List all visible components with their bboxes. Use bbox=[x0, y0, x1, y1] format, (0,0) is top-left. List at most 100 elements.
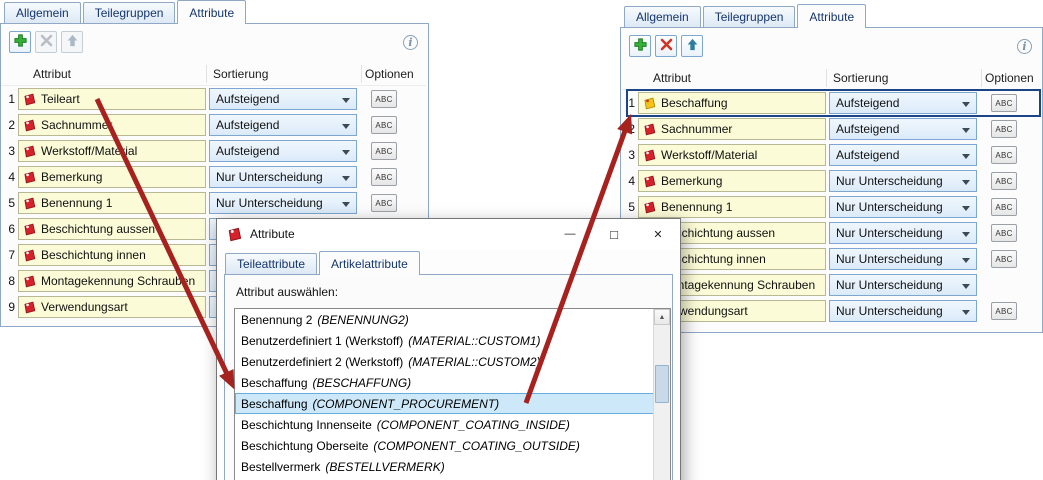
scrollbar-thumb[interactable] bbox=[655, 365, 669, 403]
abc-options-button[interactable]: ABC bbox=[991, 94, 1017, 112]
sortierung-dropdown[interactable]: Aufsteigend bbox=[829, 144, 977, 166]
attribute-tag-icon bbox=[643, 97, 656, 110]
list-item[interactable]: Beschaffung (BESCHAFFUNG) bbox=[235, 372, 670, 393]
vertical-scrollbar[interactable]: ▲ bbox=[653, 309, 670, 480]
sortierung-dropdown[interactable]: Aufsteigend bbox=[209, 88, 357, 110]
attribute-cell[interactable]: Bemerkung bbox=[638, 170, 826, 192]
move-up-button[interactable] bbox=[61, 31, 83, 53]
attribute-cell[interactable]: Beschaffung bbox=[638, 92, 826, 114]
abc-options-button[interactable]: ABC bbox=[991, 146, 1017, 164]
delete-attribute-button[interactable] bbox=[35, 31, 57, 53]
sortierung-dropdown[interactable]: Nur Unterscheidung bbox=[829, 170, 977, 192]
sortierung-dropdown[interactable]: Nur Unterscheidung bbox=[209, 192, 357, 214]
list-item[interactable]: Beschaffung (COMPONENT_PROCUREMENT) bbox=[235, 393, 670, 414]
tab-teilegruppen[interactable]: Teilegruppen bbox=[83, 2, 176, 23]
screenshot-canvas: Allgemein Teilegruppen Attribute i Attri… bbox=[0, 0, 1043, 480]
row-number: 1 bbox=[1, 86, 15, 112]
tab-attribute[interactable]: Attribute bbox=[177, 0, 246, 24]
dialog-titlebar[interactable]: Attribute — □ ✕ bbox=[217, 219, 680, 249]
row-number: 3 bbox=[1, 138, 15, 164]
row-number: 1 bbox=[621, 90, 635, 116]
list-item[interactable]: Beschichtung Innenseite (COMPONENT_COATI… bbox=[235, 414, 670, 435]
maximize-button[interactable]: □ bbox=[592, 219, 636, 249]
abc-options-button[interactable]: ABC bbox=[371, 168, 397, 186]
close-button[interactable]: ✕ bbox=[636, 219, 680, 249]
sortierung-dropdown[interactable]: Aufsteigend bbox=[829, 118, 977, 140]
delete-attribute-button[interactable] bbox=[655, 35, 677, 57]
dialog-page: Attribut auswählen: Benennung 2 (BENENNU… bbox=[224, 274, 673, 480]
attribute-cell[interactable]: Montagekennung Schrauben bbox=[18, 270, 206, 292]
sortierung-dropdown[interactable]: Nur Unterscheidung bbox=[829, 222, 977, 244]
list-item[interactable]: Benutzerdefiniert 2 (Werkstoff) (MATERIA… bbox=[235, 351, 670, 372]
sortierung-dropdown[interactable]: Nur Unterscheidung bbox=[829, 274, 977, 296]
minimize-button[interactable]: — bbox=[548, 219, 592, 249]
sortierung-value: Aufsteigend bbox=[216, 144, 279, 158]
tab-attribute[interactable]: Attribute bbox=[797, 4, 866, 28]
attribute-name: Beschichtung innen bbox=[41, 248, 146, 262]
attribute-option-name: Bestellvermerk bbox=[241, 460, 320, 474]
tab-teileattribute[interactable]: Teileattribute bbox=[225, 253, 317, 274]
abc-options-button[interactable]: ABC bbox=[991, 250, 1017, 268]
sortierung-dropdown[interactable]: Nur Unterscheidung bbox=[829, 248, 977, 270]
arrow-up-icon bbox=[66, 34, 79, 50]
tab-teilegruppen[interactable]: Teilegruppen bbox=[703, 6, 796, 27]
list-item[interactable]: Benennung 2 (BENENNUNG2) bbox=[235, 309, 670, 330]
abc-options-button[interactable]: ABC bbox=[991, 172, 1017, 190]
abc-options-button[interactable]: ABC bbox=[991, 302, 1017, 320]
attribute-name: Bemerkung bbox=[661, 174, 722, 188]
abc-options-button[interactable]: ABC bbox=[991, 120, 1017, 138]
row-number: 4 bbox=[621, 168, 635, 194]
sortierung-dropdown[interactable]: Nur Unterscheidung bbox=[829, 300, 977, 322]
attribute-cell[interactable]: Benennung 1 bbox=[18, 192, 206, 214]
arrow-up-icon bbox=[686, 38, 699, 54]
list-item[interactable]: Bestellvermerk (BESTELLVERMERK) bbox=[235, 456, 670, 477]
abc-options-button[interactable]: ABC bbox=[991, 224, 1017, 242]
table-row: 9 Verwendungsart Nur Unterscheidung ABC bbox=[621, 298, 1042, 324]
attribute-cell[interactable]: Teileart bbox=[18, 88, 206, 110]
chevron-down-icon bbox=[962, 154, 970, 159]
table-row: 6 Beschichtung aussen Nur Unterscheidung… bbox=[621, 220, 1042, 246]
left-panel-tabs: Allgemein Teilegruppen Attribute bbox=[4, 0, 248, 24]
attribute-option-code: (MATERIAL::CUSTOM1) bbox=[408, 334, 540, 348]
attribute-option-name: Benennung 2 bbox=[241, 313, 312, 327]
attribute-cell[interactable]: Benennung 1 bbox=[638, 196, 826, 218]
abc-options-button[interactable]: ABC bbox=[991, 198, 1017, 216]
abc-options-button[interactable]: ABC bbox=[371, 116, 397, 134]
move-up-button[interactable] bbox=[681, 35, 703, 57]
abc-options-button[interactable]: ABC bbox=[371, 194, 397, 212]
add-attribute-button[interactable] bbox=[629, 35, 651, 57]
info-icon[interactable]: i bbox=[1017, 39, 1032, 54]
attribute-name: Montagekennung Schrauben bbox=[41, 274, 195, 288]
sortierung-dropdown[interactable]: Aufsteigend bbox=[209, 140, 357, 162]
attribute-cell[interactable]: Werkstoff/Material bbox=[638, 144, 826, 166]
attribute-name: Benennung 1 bbox=[41, 196, 112, 210]
sortierung-dropdown[interactable]: Aufsteigend bbox=[829, 92, 977, 114]
abc-options-button[interactable]: ABC bbox=[371, 90, 397, 108]
table-row: 3 Werkstoff/Material Aufsteigend ABC bbox=[621, 142, 1042, 168]
info-icon[interactable]: i bbox=[403, 35, 418, 50]
sortierung-dropdown[interactable]: Aufsteigend bbox=[209, 114, 357, 136]
chevron-down-icon bbox=[962, 258, 970, 263]
sortierung-dropdown[interactable]: Nur Unterscheidung bbox=[209, 166, 357, 188]
list-item[interactable]: Benutzerdefiniert 1 (Werkstoff) (MATERIA… bbox=[235, 330, 670, 351]
sortierung-dropdown[interactable]: Nur Unterscheidung bbox=[829, 196, 977, 218]
attribute-cell[interactable]: Beschichtung aussen bbox=[18, 218, 206, 240]
attribute-cell[interactable]: Verwendungsart bbox=[18, 296, 206, 318]
attribute-cell[interactable]: Bemerkung bbox=[18, 166, 206, 188]
attribute-cell[interactable]: Werkstoff/Material bbox=[18, 140, 206, 162]
add-attribute-button[interactable] bbox=[9, 31, 31, 53]
tab-allgemein[interactable]: Allgemein bbox=[4, 2, 81, 23]
list-item[interactable]: Beschichtung Oberseite (COMPONENT_COATIN… bbox=[235, 435, 670, 456]
attribute-cell[interactable]: Sachnummer bbox=[638, 118, 826, 140]
sortierung-value: Nur Unterscheidung bbox=[836, 278, 943, 292]
attribute-tag-icon bbox=[23, 171, 36, 184]
attribute-cell[interactable]: Beschichtung innen bbox=[18, 244, 206, 266]
scroll-up-button[interactable]: ▲ bbox=[654, 309, 670, 325]
header-sortierung: Sortierung bbox=[213, 62, 268, 86]
abc-options-button[interactable]: ABC bbox=[371, 142, 397, 160]
tab-allgemein[interactable]: Allgemein bbox=[624, 6, 701, 27]
attribute-cell[interactable]: Sachnummer bbox=[18, 114, 206, 136]
tab-artikelattribute[interactable]: Artikelattribute bbox=[319, 251, 420, 275]
attribute-option-name: Beschichtung Oberseite bbox=[241, 439, 368, 453]
attribute-tag-icon bbox=[23, 301, 36, 314]
